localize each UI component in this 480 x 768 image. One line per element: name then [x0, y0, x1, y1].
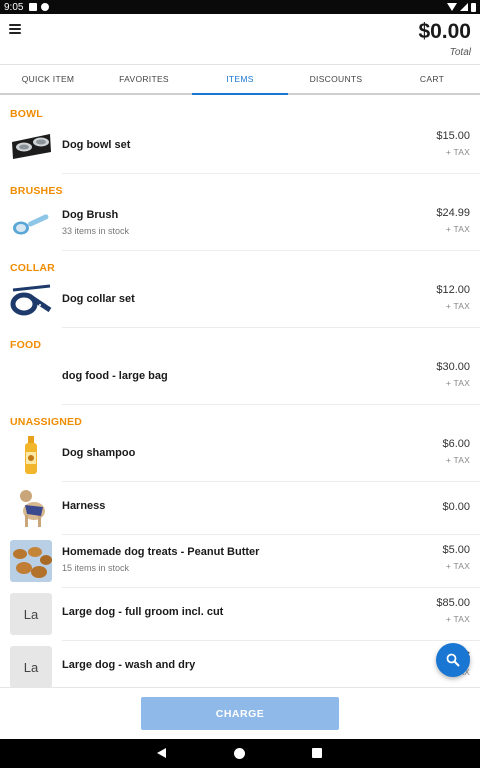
list-item-dog-food[interactable]: dog food - large bag $30.00 + TAX [62, 352, 480, 405]
list-item-harness[interactable]: Harness $0.00 [10, 482, 480, 535]
status-indicators [447, 2, 476, 12]
dog-treats-thumbnail [10, 540, 52, 582]
item-tax-label: + TAX [445, 378, 470, 388]
item-tax-label: + TAX [445, 614, 470, 624]
item-price: $12.00 [436, 284, 470, 296]
item-tax-label: + TAX [445, 561, 470, 571]
item-stock: 33 items in stock [62, 226, 130, 236]
sim-card-icon [29, 3, 38, 11]
total-amount: $0.00 [418, 20, 471, 43]
signal-icon [460, 3, 468, 11]
item-name: Dog collar set [62, 293, 135, 305]
tab-discounts[interactable]: DISCOUNTS [288, 65, 384, 93]
item-price: $0.00 [442, 501, 470, 513]
dog-bowl-thumbnail [10, 126, 52, 168]
app-header: $0.00 Total [0, 14, 480, 64]
status-time: 9:05 [4, 1, 24, 13]
category-header-brushes: BRUSHES [10, 185, 63, 197]
item-tax-label: + TAX [445, 455, 470, 465]
menu-icon[interactable] [9, 24, 21, 34]
tab-bar: QUICK ITEM FAVORITES ITEMS DISCOUNTS CAR… [0, 64, 480, 95]
tab-items[interactable]: ITEMS [192, 65, 288, 95]
item-tax-label: + TAX [445, 224, 470, 234]
item-name: Dog shampoo [62, 447, 136, 459]
battery-icon [471, 2, 476, 12]
sync-icon [41, 3, 50, 11]
item-stock: 15 items in stock [62, 563, 130, 573]
dog-collar-thumbnail [10, 280, 52, 322]
item-tax-label: + TAX [445, 147, 470, 157]
nav-recents-icon[interactable] [312, 748, 322, 758]
list-item-dog-brush[interactable]: Dog Brush 33 items in stock $24.99 + TAX [10, 198, 480, 251]
item-list[interactable]: BOWL Dog bowl set $15.00 + TAX BRUSHES D… [0, 97, 480, 687]
item-name: Large dog - wash and dry [62, 659, 196, 671]
category-header-bowl: BOWL [10, 108, 43, 120]
nav-home-icon[interactable] [234, 748, 245, 759]
item-name: dog food - large bag [62, 370, 168, 382]
list-item-homemade-dog-treats[interactable]: Homemade dog treats - Peanut Butter 15 i… [10, 535, 480, 588]
list-item-dog-shampoo[interactable]: Dog shampoo $6.00 + TAX [10, 429, 480, 482]
list-item-large-dog-full-groom[interactable]: La Large dog - full groom incl. cut $85.… [10, 588, 480, 641]
charge-bar: CHARGE [0, 687, 480, 739]
wifi-icon [447, 3, 457, 11]
search-icon [446, 653, 460, 667]
item-name: Dog bowl set [62, 139, 131, 151]
item-price: $24.99 [436, 207, 470, 219]
category-header-collar: COLLAR [10, 262, 55, 274]
list-item-dog-bowl-set[interactable]: Dog bowl set $15.00 + TAX [10, 121, 480, 174]
item-price: $85.00 [436, 597, 470, 609]
item-price: $30.00 [436, 361, 470, 373]
item-name: Harness [62, 500, 106, 512]
tab-cart[interactable]: CART [384, 65, 480, 93]
tab-favorites[interactable]: FAVORITES [96, 65, 192, 93]
dog-brush-thumbnail [10, 203, 52, 245]
category-header-unassigned: UNASSIGNED [10, 416, 83, 428]
charge-button[interactable]: CHARGE [141, 697, 339, 730]
item-name: Large dog - full groom incl. cut [62, 606, 224, 618]
item-tax-label: + TAX [445, 301, 470, 311]
item-name: Homemade dog treats - Peanut Butter [62, 546, 260, 558]
search-fab[interactable] [436, 643, 470, 677]
item-placeholder-thumbnail: La [10, 646, 52, 687]
item-price: $5.00 [442, 544, 470, 556]
status-bar: 9:05 [0, 0, 480, 14]
list-item-large-dog-wash[interactable]: La Large dog - wash and dry $ + TAX [10, 641, 480, 687]
item-price: $15.00 [436, 130, 470, 142]
list-item-dog-collar-set[interactable]: Dog collar set $12.00 + TAX [10, 275, 480, 328]
item-name: Dog Brush [62, 209, 119, 221]
total-label: Total [449, 47, 471, 58]
tab-quick-item[interactable]: QUICK ITEM [0, 65, 96, 93]
item-price: $6.00 [442, 438, 470, 450]
category-header-food: FOOD [10, 339, 42, 351]
harness-thumbnail [10, 487, 52, 529]
dog-shampoo-thumbnail [10, 434, 52, 476]
item-placeholder-thumbnail: La [10, 593, 52, 635]
nav-back-icon[interactable] [157, 748, 166, 758]
system-nav-bar [0, 739, 480, 768]
